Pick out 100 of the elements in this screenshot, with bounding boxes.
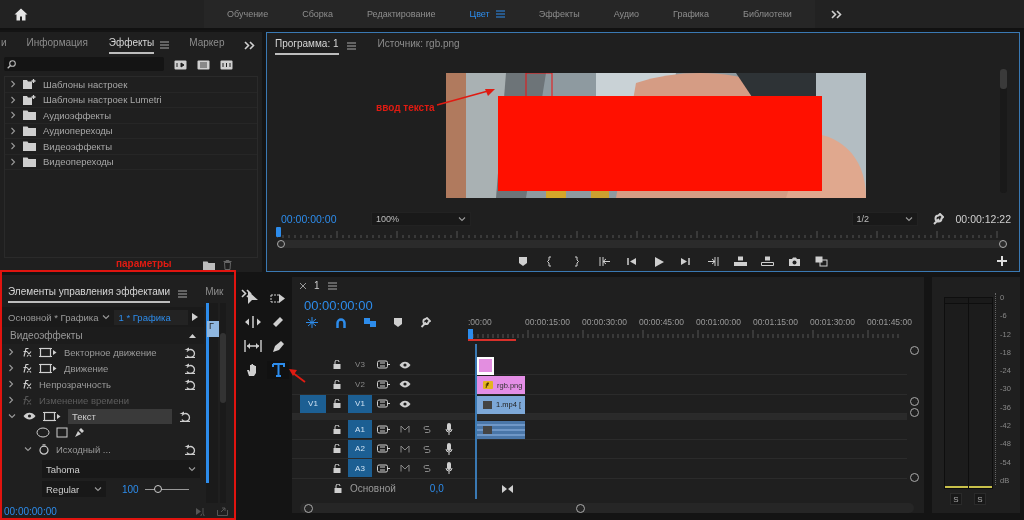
reset-icon[interactable]: [184, 346, 196, 358]
chevron-down-icon[interactable]: [102, 314, 111, 320]
mute-button-icon[interactable]: [400, 445, 410, 453]
time-ruler[interactable]: [468, 329, 900, 340]
chevron-down-icon[interactable]: [904, 216, 913, 222]
rectangle-icon[interactable]: [56, 427, 68, 438]
fit-icon[interactable]: [501, 484, 513, 493]
search-field[interactable]: [4, 57, 164, 71]
workspace-tab[interactable]: Эффекты: [521, 0, 597, 28]
workspace-tab[interactable]: Редактирование: [349, 0, 453, 28]
nest-icon[interactable]: [306, 317, 318, 329]
eye-icon[interactable]: [399, 400, 411, 408]
font-size-slider[interactable]: [144, 485, 189, 493]
zoom-dropdown[interactable]: 100%: [371, 212, 471, 226]
camera-icon[interactable]: [788, 255, 801, 267]
go-to-out-icon[interactable]: [707, 255, 720, 267]
type-tool-icon[interactable]: [271, 363, 285, 377]
workspace-tab[interactable]: Графика: [656, 0, 726, 28]
zoom-scrollbar[interactable]: [277, 240, 1007, 248]
font-dropdown[interactable]: Tahoma: [42, 460, 200, 478]
linked-selection-icon[interactable]: [364, 317, 376, 329]
add-button-icon[interactable]: [997, 256, 1007, 266]
work-area-bar[interactable]: [468, 339, 516, 342]
chevron-down-icon[interactable]: [94, 486, 102, 492]
panel-tab[interactable]: Мик: [205, 284, 224, 303]
solo-button-icon[interactable]: [422, 445, 432, 453]
slip-tool-icon[interactable]: [244, 340, 262, 352]
monitor-tab[interactable]: Программа: 1: [275, 36, 339, 55]
snap-icon[interactable]: [336, 317, 346, 328]
effect-name[interactable]: Векторное движение: [64, 346, 177, 358]
reset-icon[interactable]: [184, 378, 196, 390]
lock-icon[interactable]: [333, 444, 341, 454]
lock-icon[interactable]: [333, 399, 341, 409]
panel-tab[interactable]: и: [1, 35, 7, 54]
lock-icon[interactable]: [333, 464, 341, 473]
folder-icon[interactable]: [203, 260, 215, 270]
reset-icon[interactable]: [179, 410, 191, 422]
microphone-icon[interactable]: [445, 443, 453, 455]
step-forward-icon[interactable]: [680, 255, 693, 267]
step-back-icon[interactable]: [626, 255, 639, 267]
close-icon[interactable]: [300, 282, 306, 289]
collapse-icon[interactable]: [189, 333, 196, 338]
razor-tool-icon[interactable]: [271, 315, 285, 329]
master-volume-value[interactable]: 0,0: [429, 483, 444, 495]
scrollbar[interactable]: [1000, 69, 1007, 193]
track-target[interactable]: V2: [348, 375, 372, 394]
workspace-tab[interactable]: Цвет: [452, 0, 522, 28]
playhead-timecode[interactable]: 00:00:00:00: [304, 298, 468, 314]
effect-folder-label[interactable]: Шаблоны настроек: [43, 78, 128, 90]
lock-icon[interactable]: [333, 425, 341, 434]
lock-icon[interactable]: [334, 484, 342, 494]
trash-icon[interactable]: [223, 260, 232, 270]
32-bit-effects-icon[interactable]: [197, 58, 210, 70]
solo-button-icon[interactable]: [422, 464, 432, 473]
solo-button-icon[interactable]: [422, 425, 432, 434]
track-select-tool-icon[interactable]: [270, 292, 286, 304]
workspace-tab[interactable]: Аудио: [596, 0, 656, 28]
double-chevron-icon[interactable]: [244, 41, 256, 50]
microphone-icon[interactable]: [445, 423, 453, 436]
lock-icon[interactable]: [333, 380, 341, 389]
go-to-in-icon[interactable]: [599, 255, 612, 267]
eye-icon[interactable]: [23, 412, 36, 420]
resolution-dropdown[interactable]: 1/2: [851, 212, 918, 226]
chevron-down-icon[interactable]: [188, 466, 196, 472]
settings-icon[interactable]: [931, 213, 944, 225]
ellipse-icon[interactable]: [36, 427, 50, 438]
yuv-effects-icon[interactable]: [220, 58, 233, 70]
microphone-icon[interactable]: [445, 462, 453, 475]
effect-name[interactable]: Движение: [64, 362, 177, 374]
panel-tab[interactable]: Маркер: [189, 35, 225, 54]
menu-icon[interactable]: [160, 40, 170, 49]
double-chevron-icon[interactable]: [241, 289, 253, 298]
eye-icon[interactable]: [399, 380, 411, 389]
play-icon[interactable]: [192, 313, 198, 321]
reset-icon[interactable]: [184, 443, 196, 455]
settings-icon[interactable]: [420, 317, 431, 329]
sync-lock-icon[interactable]: [376, 444, 390, 454]
eye-icon[interactable]: [399, 361, 411, 369]
marker-icon[interactable]: [394, 318, 402, 328]
panel-tab[interactable]: Информация: [26, 35, 88, 54]
panel-tab[interactable]: Эффекты: [108, 35, 155, 54]
graphic-clip[interactable]: [477, 356, 494, 375]
effect-name[interactable]: Текст: [68, 408, 172, 424]
workspace-tab[interactable]: Библиотеки: [725, 0, 809, 28]
zoom-scrollbar[interactable]: [300, 502, 914, 513]
play-icon[interactable]: [653, 255, 666, 267]
stopwatch-icon[interactable]: [39, 443, 49, 455]
sync-lock-icon[interactable]: [376, 399, 390, 409]
track-target[interactable]: V3: [348, 356, 372, 374]
track-target[interactable]: A3: [348, 459, 372, 478]
playhead-timecode[interactable]: 00:00:00:00: [4, 505, 186, 517]
playhead-timecode[interactable]: 00:00:00:00: [281, 213, 365, 225]
selection-tool-icon[interactable]: [247, 291, 259, 305]
mute-button-icon[interactable]: [400, 464, 410, 473]
audio-clip[interactable]: [477, 421, 525, 440]
pen-tool-icon[interactable]: [271, 339, 285, 353]
effect-folder-label[interactable]: Аудиоэффекты: [43, 109, 111, 121]
pen-icon[interactable]: [74, 427, 85, 438]
sync-lock-icon[interactable]: [376, 425, 390, 434]
menu-icon[interactable]: [178, 289, 188, 298]
